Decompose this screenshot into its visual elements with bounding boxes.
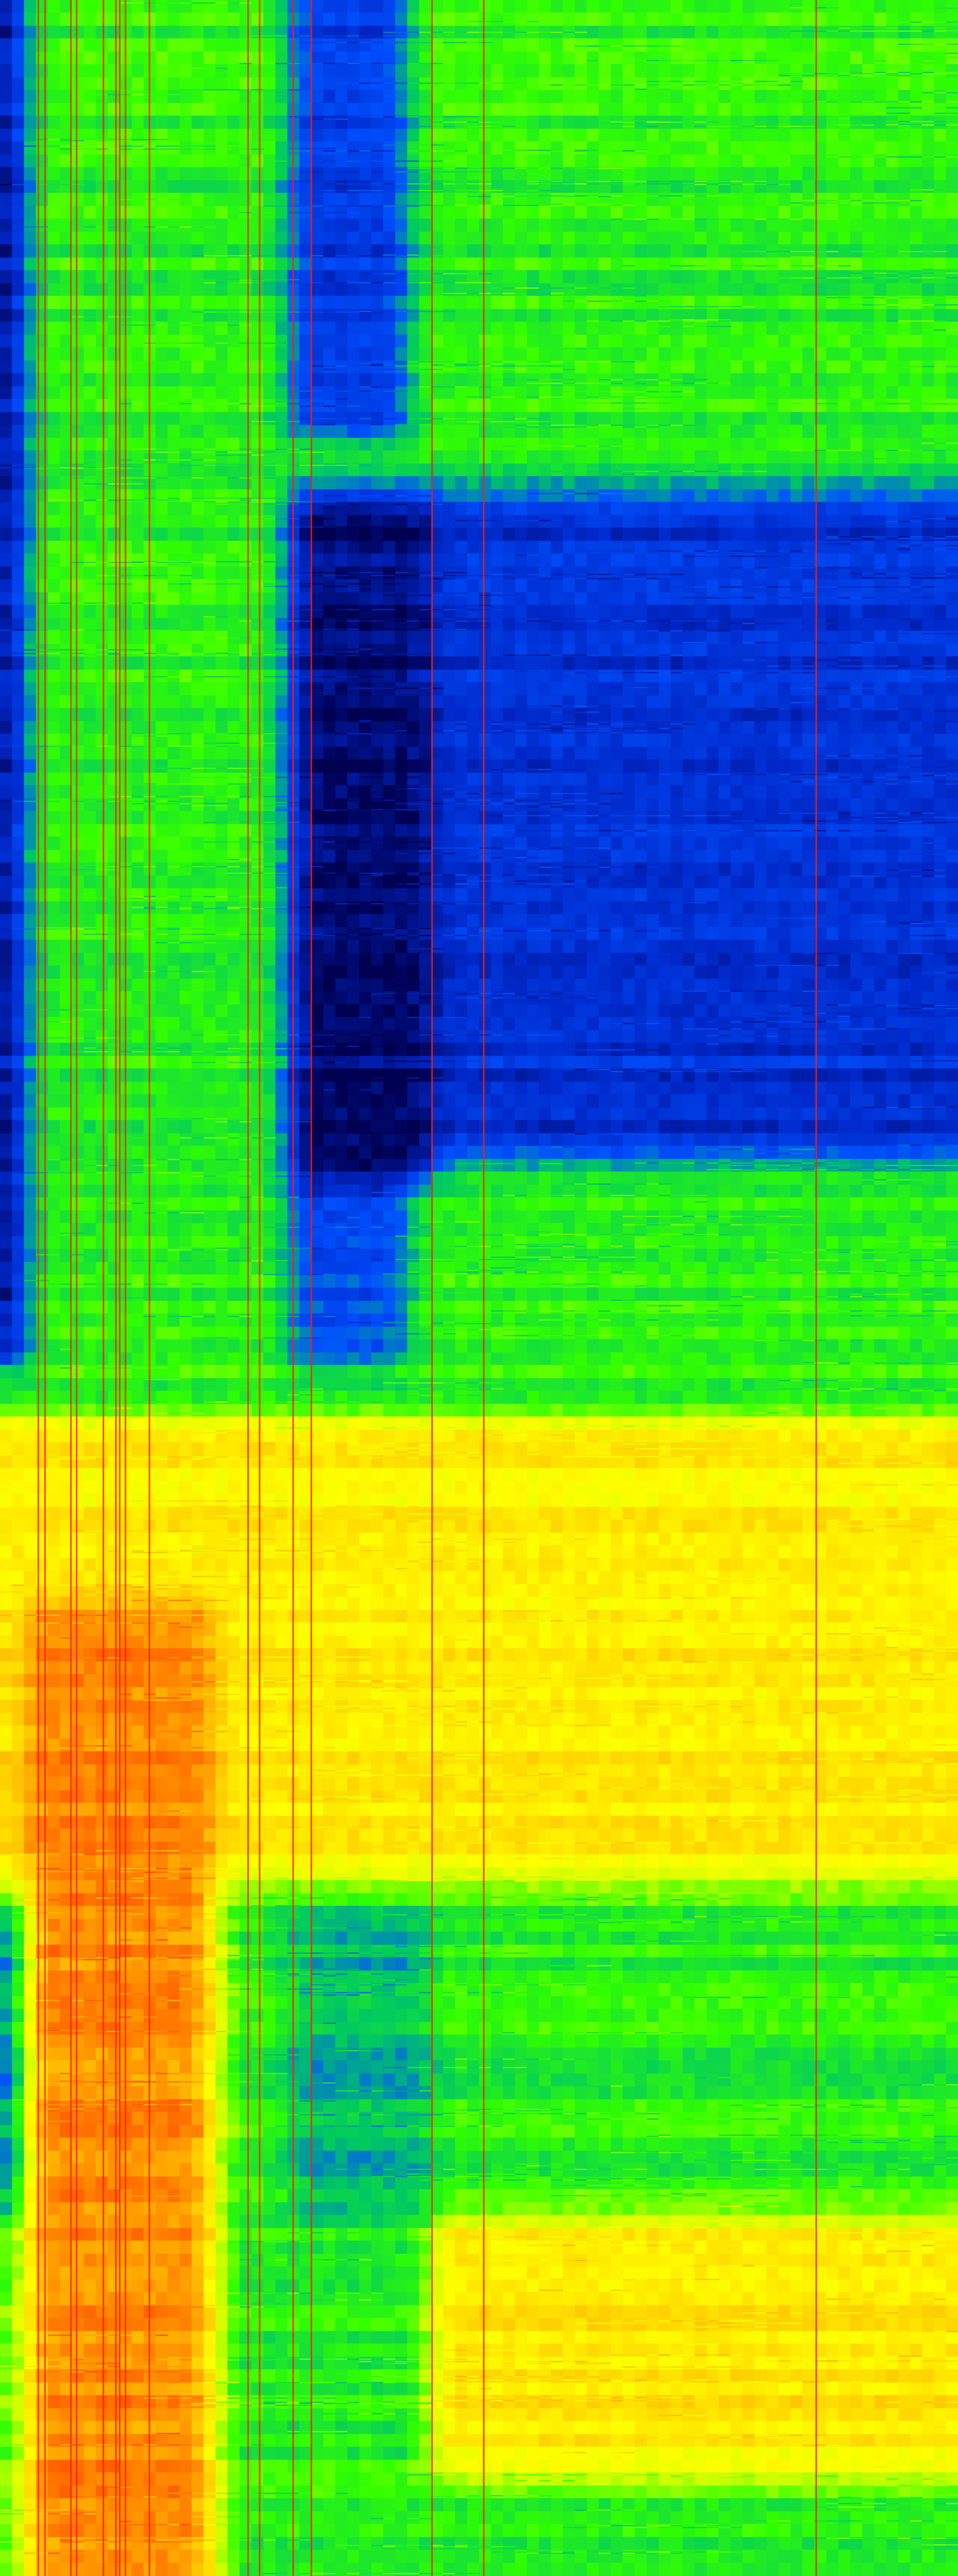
spectrogram-heatmap [0, 0, 958, 2576]
